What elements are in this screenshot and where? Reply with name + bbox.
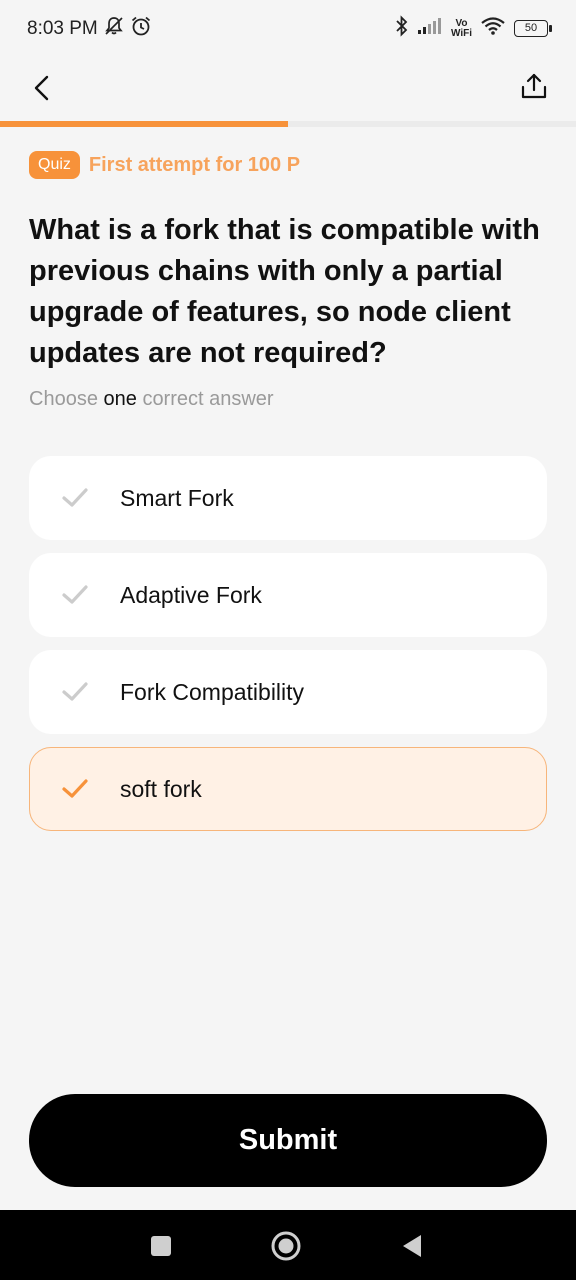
vowifi-top: Vo (455, 17, 468, 29)
home-circle-icon (271, 1231, 301, 1261)
status-left: 8:03 PM (27, 15, 152, 43)
question-text: What is a fork that is compatible with p… (29, 214, 540, 369)
status-right: Vo WiFi 50 (395, 15, 552, 42)
back-triangle-icon (403, 1235, 421, 1257)
answer-option[interactable]: Smart Fork (29, 456, 547, 540)
home-button[interactable] (270, 1230, 302, 1262)
back-button[interactable] (24, 70, 60, 106)
back-nav-button[interactable] (396, 1230, 428, 1262)
answer-options: Smart Fork Adaptive Fork Fork Compatibil… (29, 456, 547, 844)
answer-option-label: Fork Compatibility (120, 678, 305, 705)
vowifi-icon: Vo WiFi (450, 17, 472, 39)
check-icon (30, 778, 120, 800)
quiz-header: Quiz First attempt for 100 P (29, 151, 300, 179)
submit-button[interactable]: Submit (29, 1094, 547, 1187)
answer-option-label: Adaptive Fork (120, 581, 262, 608)
instruction-suffix: correct answer (142, 388, 274, 410)
instruction-emphasis: one (103, 388, 137, 410)
top-app-bar (0, 56, 576, 122)
quiz-reward-text: First attempt for 100 P (88, 153, 301, 176)
answer-option-label: soft fork (120, 775, 202, 802)
vowifi-bottom: WiFi (450, 27, 472, 39)
answer-option[interactable]: Fork Compatibility (29, 650, 547, 734)
check-icon (30, 584, 120, 606)
instruction-prefix: Choose (29, 388, 98, 410)
status-bar: 8:03 PM Vo WiFi 50 (0, 0, 576, 56)
battery-icon: 50 (514, 20, 552, 37)
system-nav-bar (0, 1210, 576, 1280)
share-button[interactable] (516, 68, 552, 104)
mute-icon (104, 16, 124, 42)
check-icon (30, 681, 120, 703)
recents-square-icon (151, 1236, 171, 1256)
signal-icon (417, 17, 443, 40)
share-icon (521, 73, 547, 99)
answer-instruction: Choose one correct answer (29, 388, 274, 411)
bluetooth-icon (395, 15, 409, 42)
answer-option[interactable]: soft fork (29, 747, 547, 831)
answer-option-label: Smart Fork (120, 484, 234, 511)
wifi-icon (480, 16, 506, 41)
alarm-icon (130, 15, 152, 43)
quiz-badge: Quiz (29, 151, 80, 179)
check-icon (30, 487, 120, 509)
recents-button[interactable] (145, 1230, 177, 1262)
quiz-progress-bar (0, 121, 576, 127)
quiz-progress-fill (0, 121, 288, 127)
chevron-left-icon (34, 75, 49, 101)
status-time: 8:03 PM (27, 18, 98, 39)
answer-option[interactable]: Adaptive Fork (29, 553, 547, 637)
